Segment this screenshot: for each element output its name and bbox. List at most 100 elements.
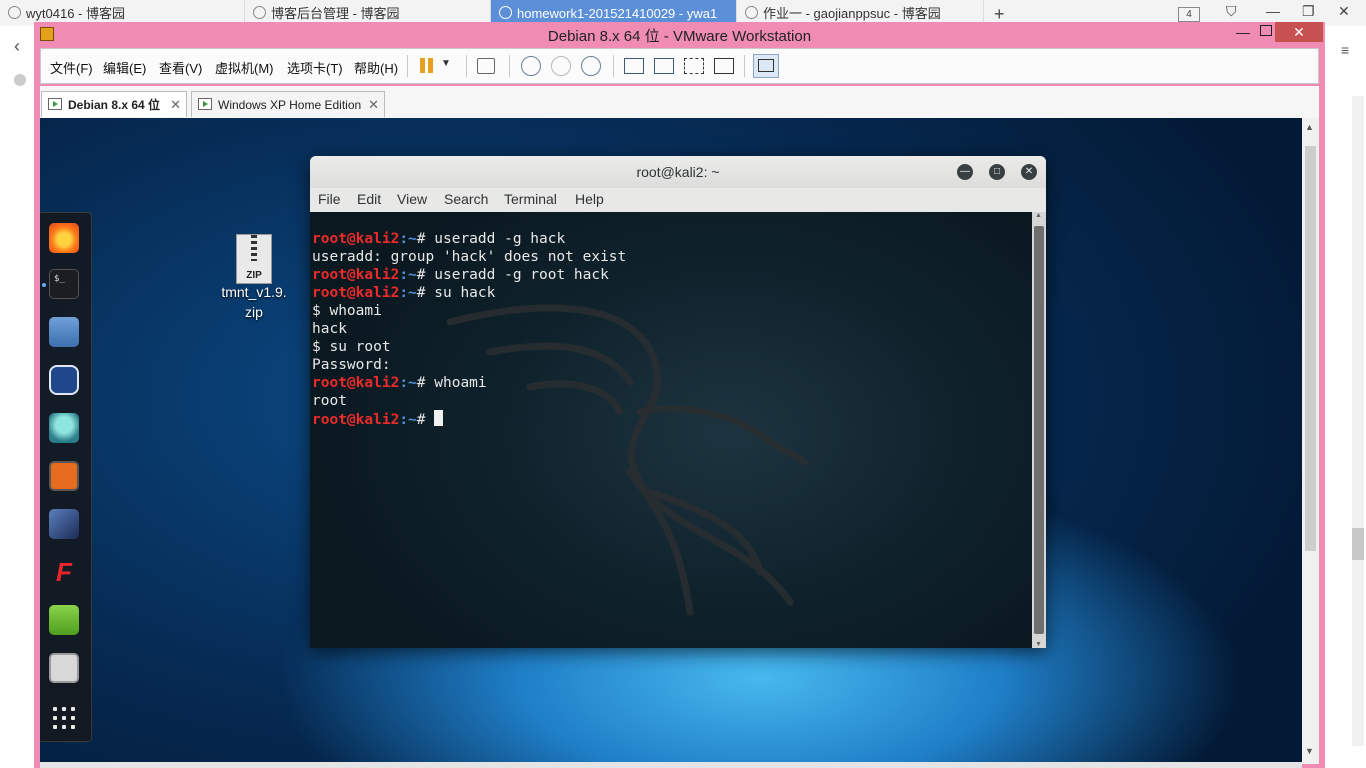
close-button[interactable]: ✕ [1275, 22, 1323, 42]
browser-minimize-icon[interactable]: — [1266, 3, 1280, 19]
back-arrow-icon[interactable]: ‹ [14, 36, 20, 57]
vm-scroll-down-icon[interactable]: ▼ [1305, 746, 1314, 756]
terminal-line: hack [312, 320, 626, 338]
prompt-user: root@kali2 [312, 267, 400, 283]
tab-debian[interactable]: Debian 8.x 64 位 ✕ [41, 91, 187, 117]
terminal-menu-terminal[interactable]: Terminal [504, 191, 557, 207]
terminal-menu-search[interactable]: Search [444, 191, 488, 207]
toolbar-separator [613, 55, 614, 77]
profile-icon[interactable] [14, 74, 26, 86]
terminal-output[interactable]: root@kali2:~# useradd -g hack useradd: gr… [310, 212, 1032, 648]
thumbnail-bar-icon[interactable] [654, 58, 674, 74]
armitage-icon[interactable] [49, 413, 79, 443]
snapshot-take-icon[interactable] [521, 56, 541, 76]
terminal-menu-edit[interactable]: Edit [357, 191, 381, 207]
tab-windows-xp[interactable]: Windows XP Home Edition ✕ [191, 91, 385, 117]
maximize-button[interactable] [1260, 25, 1272, 36]
line-text: hack [312, 321, 347, 337]
terminal-line: root@kali2:~# useradd -g root hack [312, 266, 626, 284]
terminal-lines: root@kali2:~# useradd -g hack useradd: gr… [312, 230, 626, 428]
tab-label: Debian 8.x 64 位 [68, 98, 161, 112]
tab-count-badge[interactable]: 4 [1178, 7, 1200, 22]
unity-icon[interactable] [714, 58, 734, 74]
vm-scroll-up-icon[interactable]: ▲ [1305, 122, 1314, 132]
vm-horizontal-scrollbar[interactable] [40, 762, 1302, 768]
cherrytree-icon[interactable] [49, 653, 79, 683]
prompt-path: :~ [399, 231, 417, 247]
terminal-scrollbar[interactable]: ▲ ▼ [1032, 212, 1046, 648]
terminal-menu-file[interactable]: File [318, 191, 341, 207]
zip-file-icon[interactable]: ZIP [236, 234, 272, 284]
menu-view[interactable]: 查看(V) [159, 58, 202, 77]
browser-scroll-thumb[interactable] [1352, 528, 1364, 560]
prompt-symbol: # [416, 285, 435, 301]
show-library-icon[interactable] [624, 58, 644, 74]
beef-icon[interactable] [49, 509, 79, 539]
terminal-line: root@kali2:~# su hack [312, 284, 626, 302]
line-text: useradd -g root hack [434, 267, 609, 283]
scroll-up-arrow-icon[interactable]: ▲ [1035, 212, 1042, 219]
terminal-titlebar[interactable]: root@kali2: ~ — □ ✕ [310, 156, 1046, 188]
line-text: useradd -g hack [434, 231, 566, 247]
send-ctrl-alt-del-icon[interactable] [477, 58, 495, 74]
terminal-close-icon[interactable]: ✕ [1021, 164, 1037, 180]
terminal-title: root@kali2: ~ [636, 164, 720, 180]
faraday-icon[interactable]: F [49, 557, 79, 587]
menu-help[interactable]: 帮助(H) [354, 58, 398, 77]
cnblogs-favicon-icon [253, 6, 266, 19]
pause-dropdown-icon[interactable]: ▼ [441, 58, 451, 69]
menu-tabs[interactable]: 选项卡(T) [287, 58, 343, 77]
tab-label: Windows XP Home Edition [218, 98, 362, 112]
menu-edit[interactable]: 编辑(E) [103, 58, 146, 77]
firefox-icon[interactable] [49, 223, 79, 253]
vmware-titlebar[interactable]: Debian 8.x 64 位 - VMware Workstation — ✕ [34, 22, 1325, 48]
zipper-graphic [251, 235, 257, 261]
cnblogs-favicon-icon [499, 6, 512, 19]
console-view-icon[interactable] [753, 54, 779, 78]
cnblogs-favicon-icon [745, 6, 758, 19]
browser-close-icon[interactable]: ✕ [1338, 3, 1350, 20]
menu-icon[interactable]: ≡ [1341, 42, 1349, 58]
browser-scrollbar[interactable] [1352, 96, 1364, 746]
prompt-symbol: # [416, 267, 435, 283]
terminal-maximize-icon[interactable]: □ [989, 164, 1005, 180]
text-cursor [434, 410, 444, 426]
burpsuite-icon[interactable] [49, 461, 79, 491]
line-text: $ su root [312, 339, 391, 355]
terminal-menu-help[interactable]: Help [575, 191, 604, 207]
vmware-menubar: 文件(F) 编辑(E) 查看(V) 虚拟机(M) 选项卡(T) 帮助(H) ▼ [40, 48, 1319, 84]
prompt-path: :~ [399, 267, 417, 283]
vm-scroll-thumb[interactable] [1305, 146, 1316, 551]
terminal-line: root@kali2:~# useradd -g hack [312, 230, 626, 248]
terminal-minimize-icon[interactable]: — [957, 164, 973, 180]
filter-icon[interactable]: ⛉ [1226, 3, 1237, 20]
browser-tab-label: wyt0416 - 博客园 [26, 6, 125, 21]
minimize-button[interactable]: — [1233, 24, 1253, 40]
terminal-menu-view[interactable]: View [397, 191, 427, 207]
cnblogs-favicon-icon [8, 6, 21, 19]
toolbar-separator [407, 55, 408, 77]
menu-file[interactable]: 文件(F) [50, 58, 93, 77]
pause-icon[interactable] [417, 56, 437, 76]
show-applications-icon[interactable] [53, 707, 75, 729]
scroll-down-arrow-icon[interactable]: ▼ [1035, 641, 1042, 648]
menu-vm[interactable]: 虚拟机(M) [215, 58, 274, 77]
guest-display[interactable]: $_ F ZIP tmnt_v1.9. zip root@kali2: ~ — … [40, 118, 1302, 764]
metasploit-icon[interactable] [49, 365, 79, 395]
files-icon[interactable] [49, 317, 79, 347]
desktop-file-name[interactable]: tmnt_v1.9. zip [206, 282, 302, 322]
line-text: root [312, 393, 347, 409]
toolbar-separator [466, 55, 467, 77]
tab-close-icon[interactable]: ✕ [170, 92, 181, 118]
browser-restore-icon[interactable]: ❐ [1302, 3, 1315, 20]
terminal-icon[interactable]: $_ [49, 269, 79, 299]
leafpad-icon[interactable] [49, 605, 79, 635]
browser-tab-label: 作业一 - gaojianppsuc - 博客园 [763, 6, 941, 21]
snapshot-revert-icon[interactable] [551, 56, 571, 76]
terminal-scroll-thumb[interactable] [1034, 226, 1044, 634]
tab-close-icon[interactable]: ✕ [368, 92, 379, 118]
snapshot-manager-icon[interactable] [581, 56, 601, 76]
prompt-symbol: # [416, 231, 435, 247]
full-screen-icon[interactable] [684, 58, 704, 74]
prompt-path: :~ [399, 412, 417, 428]
